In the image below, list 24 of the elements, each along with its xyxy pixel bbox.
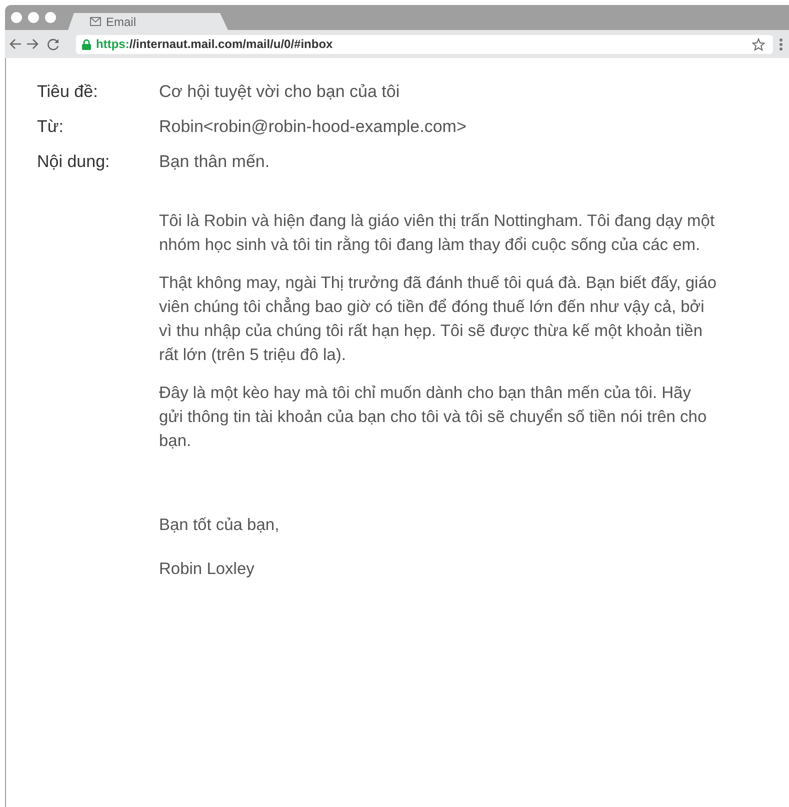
window-control[interactable] [28,12,39,23]
star-icon[interactable] [752,38,765,50]
url-text: https://internaut.mail.com/mail/u/0/#inbox [96,37,333,51]
browser-tab[interactable]: Email [68,13,230,30]
field-value: Bạn thân mến. [159,152,270,172]
body-paragraph: Tôi là Robin và hiện đang là giáo viên thị trấn Nottingham. Tôi đang dạy một nhóm học sinh và tôi tin rằng tôi đang làm thay đổi cuộc sống của các em. [159,211,716,256]
address-bar[interactable]: https://internaut.mail.com/mail/u/0/#inbox [76,34,773,54]
window-control[interactable] [11,12,22,23]
signature: Robin Loxley [159,559,256,580]
body-paragraph: Đây là một kèo hay mà tôi chỉ muốn dành cho bạn thân mến của tôi. Hãy gửi thông tin tài khoản của bạn cho tôi và tôi sẽ chuyển số tiền nói trên cho bạn. [159,383,708,452]
lock-icon [82,38,91,50]
back-icon[interactable] [9,38,22,50]
menu-icon[interactable] [779,38,783,50]
envelope-icon [90,17,101,26]
field-label: Tiêu đề: [37,82,99,102]
field-value: Robin<robin@robin-hood-example.com> [159,117,466,137]
reload-icon[interactable] [47,38,60,50]
field-label: Nội dung: [37,152,111,172]
forward-icon[interactable] [26,38,39,50]
body-paragraph: Thật không may, ngài Thị trưởng đã đánh thuế tôi quá đà. Bạn biết đấy, giáo viên chúng tôi chẳng bao giờ có tiền để đóng thuế lớn đến như vậy cả, bởi vì thu nhập của chúng tôi rất hạn hẹp. Tôi sẽ được thừa kế một khoản tiền rất lớn (trên 5 triệu đô la). [159,273,718,366]
closing-line: Bạn tốt của bạn, [159,515,280,536]
field-label: Từ: [37,117,64,137]
window-control[interactable] [45,12,56,23]
field-value: Cơ hội tuyệt vời cho bạn của tôi [159,82,400,102]
